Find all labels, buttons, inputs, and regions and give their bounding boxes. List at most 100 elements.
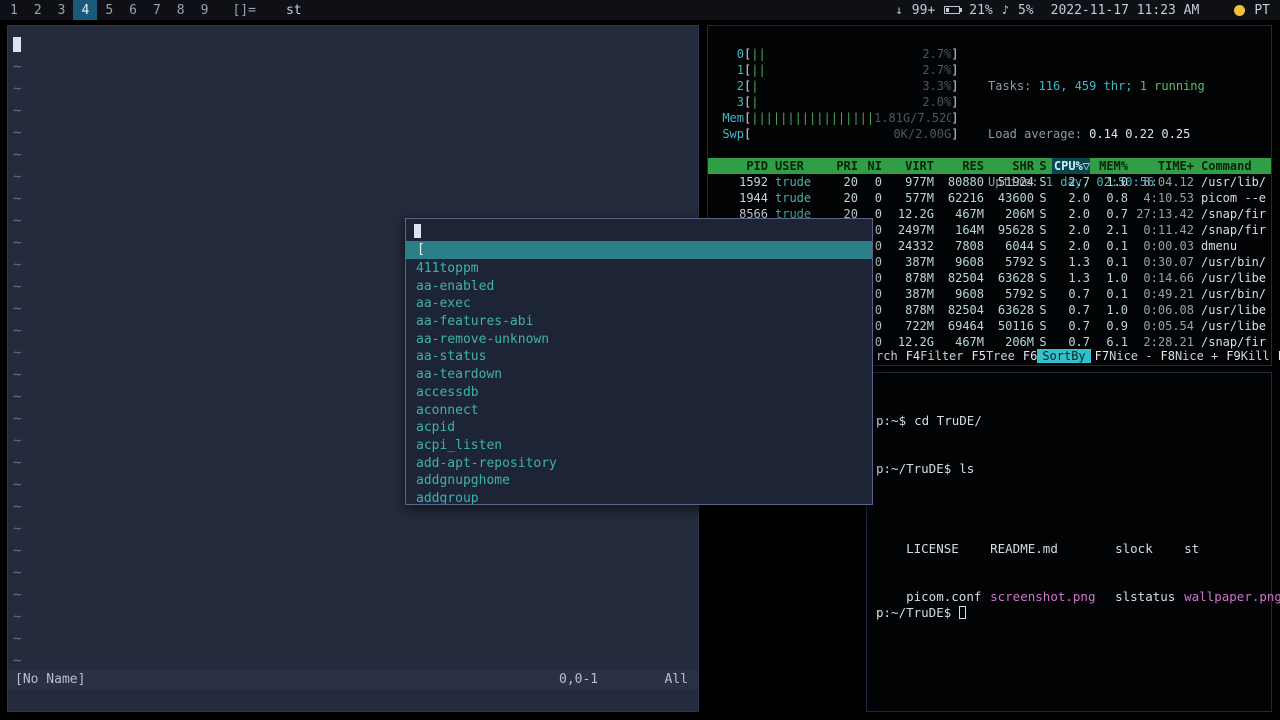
vim-empty-line: ~ — [13, 323, 22, 339]
clock: 2022-11-17 11:23 AM — [1050, 2, 1200, 18]
vim-cursor — [13, 37, 21, 52]
column-user[interactable]: USER — [768, 158, 828, 174]
column-mem[interactable]: MEM% — [1090, 158, 1128, 174]
terminal-line: p:~/TruDE$ ls — [876, 461, 1280, 477]
launcher-item[interactable]: addgnupghome — [416, 472, 872, 490]
workspace-tag[interactable]: 8 — [169, 0, 193, 20]
workspace-tag[interactable]: 5 — [97, 0, 121, 20]
launcher-item[interactable]: acpid — [416, 419, 872, 437]
launcher-item[interactable]: aa-remove-unknown — [416, 331, 872, 349]
launcher-item[interactable]: 411toppm — [416, 260, 872, 278]
vim-empty-line: ~ — [13, 59, 22, 75]
cpu-meter: 0[|| 2.7%] — [736, 47, 959, 61]
launcher-input[interactable] — [406, 219, 872, 241]
column-command[interactable]: Command — [1194, 158, 1271, 174]
vim-empty-line: ~ — [13, 235, 22, 251]
launcher-item[interactable]: acpi_listen — [416, 437, 872, 455]
terminal-line: p:~$ cd TruDE/ — [876, 413, 1280, 429]
column-res[interactable]: RES — [934, 158, 984, 174]
file-entry: slock — [1115, 541, 1153, 556]
layout-indicator[interactable]: []= — [232, 3, 255, 18]
cpu-meter-bars: || — [751, 47, 766, 61]
terminal-window[interactable]: p:~$ cd TruDE/ p:~/TruDE$ ls LICENSE README… — [866, 372, 1280, 712]
fkey-button[interactable]: F6 SortBy — [1023, 348, 1095, 364]
cpu-meter: 3[| 2.0%] — [736, 95, 959, 109]
cpu-meter: 1[|| 2.7%] — [736, 63, 959, 77]
fkey-button[interactable]: F4Filter — [906, 348, 972, 364]
vim-empty-line: ~ — [13, 433, 22, 449]
column-ni[interactable]: NI — [858, 158, 882, 174]
vim-empty-line: ~ — [13, 653, 22, 669]
battery-fill — [946, 8, 950, 12]
column-state[interactable]: S — [1034, 158, 1052, 174]
terminal-cursor — [959, 606, 967, 619]
cpu-meter-value: 2.7% — [922, 47, 952, 61]
vim-empty-line: ~ — [13, 147, 22, 163]
launcher-item[interactable]: aa-status — [416, 348, 872, 366]
column-time[interactable]: TIME+ — [1128, 158, 1194, 174]
workspace-tag[interactable]: 4 — [73, 0, 98, 20]
mem-meter-value: 1.81G/7.52G — [874, 111, 952, 125]
vim-empty-line: ~ — [13, 81, 22, 97]
mem-meter: Mem[||||||||||||||||| 1.81G/7.52G] — [722, 111, 959, 125]
memory-meters: Mem[||||||||||||||||| 1.81G/7.52G] Swp[0K… — [718, 110, 958, 142]
tasks-summary: Tasks: 116, 459 thr; 1 running — [988, 79, 1205, 93]
mem-meter-bars: ||||||||||||||||| — [751, 111, 875, 125]
process-table-header: PID USER PRI NI VIRT RES SHR S CPU%▽ MEM… — [708, 158, 1271, 174]
vim-empty-line: ~ — [13, 389, 22, 405]
vim-empty-line: ~ — [13, 587, 22, 603]
vim-empty-line: ~ — [13, 521, 22, 537]
launcher-item[interactable]: accessdb — [416, 384, 872, 402]
launcher-window[interactable]: [ 411toppm aa-enabled aa-exec aa-features-a… — [405, 218, 873, 505]
load-average: Load average: 0.14 0.22 0.25 — [988, 127, 1191, 141]
vim-empty-line: ~ — [13, 499, 22, 515]
launcher-item[interactable]: aa-features-abi — [416, 313, 872, 331]
workspace-tag[interactable]: 3 — [50, 0, 74, 20]
shell-command: cd TruDE/ — [914, 413, 982, 428]
fkey-button[interactable]: F5Tree — [972, 348, 1023, 364]
status-dot-icon — [1234, 4, 1246, 16]
launcher-selected-row[interactable]: [ — [406, 241, 872, 259]
workspace-tag[interactable]: 2 — [26, 0, 50, 20]
workspace-tag[interactable]: 6 — [121, 0, 145, 20]
column-pid[interactable]: PID — [716, 158, 768, 174]
launcher-item[interactable]: aa-enabled — [416, 278, 872, 296]
swp-meter-value: 0K/2.00G — [893, 127, 952, 141]
terminal-line: p:~/TruDE$ — [876, 605, 1280, 621]
vim-empty-line: ~ — [13, 257, 22, 273]
vim-scroll-position: All — [664, 672, 688, 687]
launcher-item[interactable]: add-apt-repository — [416, 455, 872, 473]
launcher-cursor — [414, 224, 421, 238]
cpu-meter-bars: | — [751, 79, 759, 93]
shell-prompt: p:~/TruDE$ — [876, 605, 952, 620]
column-cpu[interactable]: CPU%▽ — [1052, 158, 1090, 174]
workspace-tag[interactable]: 9 — [193, 0, 217, 20]
workspace-tag[interactable]: 1 — [2, 0, 26, 20]
fkey-button[interactable]: rch — [876, 348, 906, 364]
column-virt[interactable]: VIRT — [882, 158, 934, 174]
fkey-button[interactable]: F8Nice + — [1160, 348, 1226, 364]
column-pri[interactable]: PRI — [828, 158, 858, 174]
vim-file-name: [No Name] — [15, 672, 86, 687]
vim-empty-line: ~ — [13, 279, 22, 295]
process-row[interactable]: 1944 trude 20 0 577M 62216 43600 S 2.0 0… — [708, 190, 1271, 206]
column-shr[interactable]: SHR — [984, 158, 1034, 174]
file-entry: wallpaper.png — [1184, 589, 1280, 604]
launcher-item[interactable]: aa-teardown — [416, 366, 872, 384]
vim-empty-line: ~ — [13, 169, 22, 185]
fkey-button[interactable]: F9Kill — [1226, 348, 1277, 364]
process-row[interactable]: 1592 trude 20 0 977M 80880 51924 S 2.7 1… — [708, 174, 1271, 190]
cpu-meter-value: 2.7% — [922, 63, 952, 77]
launcher-item[interactable]: aconnect — [416, 402, 872, 420]
vim-empty-line: ~ — [13, 411, 22, 427]
fkey-button[interactable]: F7Nice - — [1095, 348, 1161, 364]
file-entry: README.md — [990, 541, 1058, 556]
swp-meter: Swp[0K/2.00G] — [722, 127, 959, 141]
vim-empty-line: ~ — [13, 543, 22, 559]
vim-buffer: ~ ~ ~ ~ ~ ~ ~ ~ ~ ~ ~ ~ ~ ~ ~ ~ ~ ~ ~ ~ ~ ~ ~ ~ ~ ~ ~ ~ — [13, 56, 21, 672]
launcher-item[interactable]: aa-exec — [416, 295, 872, 313]
file-entry: screenshot.png — [990, 589, 1096, 604]
launcher-item[interactable]: addgroup — [416, 490, 872, 504]
workspace-tag[interactable]: 7 — [145, 0, 169, 20]
file-entry: st — [1184, 541, 1200, 556]
